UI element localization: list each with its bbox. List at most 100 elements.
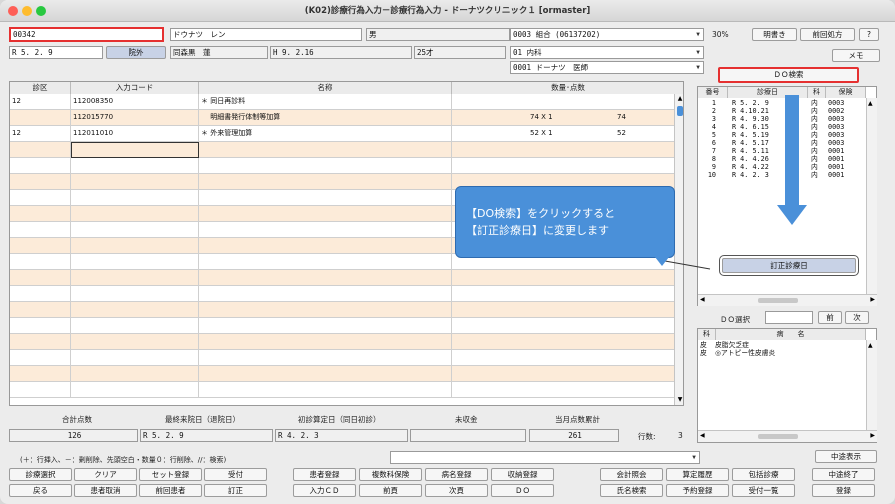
patient-id-input[interactable]: 00342 — [9, 27, 164, 42]
table-row[interactable] — [10, 366, 683, 382]
cell-name[interactable] — [199, 206, 452, 222]
cell-name[interactable] — [199, 190, 452, 206]
cell-code[interactable]: 112015770 — [71, 110, 199, 126]
cell-code[interactable] — [71, 158, 199, 174]
cell-ku[interactable] — [10, 222, 71, 238]
cell-code[interactable] — [71, 382, 199, 398]
receipt-button[interactable]: 明書き — [752, 28, 797, 41]
cell-ku[interactable] — [10, 238, 71, 254]
fkey-2-button[interactable]: クリア — [74, 468, 137, 481]
teisei-date-button[interactable]: 訂正診療日 — [719, 255, 859, 276]
fkey-22-button[interactable]: 予約登録 — [666, 484, 729, 497]
cell-ku[interactable] — [10, 190, 71, 206]
cell-ku[interactable]: 12 — [10, 94, 71, 110]
cell-qty[interactable] — [452, 350, 683, 366]
fkey-10-button[interactable]: 算定履歴 — [666, 468, 729, 481]
cell-ku[interactable] — [10, 382, 71, 398]
disease-vscroll[interactable]: ▲ — [866, 340, 877, 430]
fkey-20-button[interactable]: ＤＯ — [491, 484, 554, 497]
cell-code[interactable] — [71, 254, 199, 270]
fkey-18-button[interactable]: 前頁 — [359, 484, 422, 497]
cell-ku[interactable] — [10, 174, 71, 190]
cell-code[interactable] — [71, 222, 199, 238]
cell-qty[interactable] — [452, 382, 683, 398]
midway-display-button[interactable]: 中途表示 — [815, 450, 877, 463]
table-row[interactable] — [10, 318, 683, 334]
chevron-right-icon[interactable]: ▶ — [870, 296, 875, 303]
cell-name[interactable] — [199, 158, 452, 174]
disease-item[interactable]: 皮 ◎アトピー性皮膚炎 — [700, 349, 865, 357]
fkey-4-button[interactable]: 受付 — [204, 468, 267, 481]
cell-ku[interactable] — [10, 318, 71, 334]
cell-name[interactable] — [199, 270, 452, 286]
fkey-17-button[interactable]: 入力ＣＤ — [293, 484, 356, 497]
fkey-7-button[interactable]: 病名登録 — [425, 468, 488, 481]
cell-name[interactable] — [199, 302, 452, 318]
fkey-8-button[interactable]: 収納登録 — [491, 468, 554, 481]
fkey-23-button[interactable]: 受付一覧 — [732, 484, 795, 497]
do-hscroll[interactable]: ◀ ▶ — [698, 294, 877, 306]
visit-date-field[interactable]: R 5. 2. 9 — [9, 46, 103, 59]
fkey-1-button[interactable]: 診療選択 — [9, 468, 72, 481]
fkey-5-button[interactable]: 患者登録 — [293, 468, 356, 481]
fkey-24-button[interactable]: 登録 — [812, 484, 875, 497]
do-select-input[interactable] — [765, 311, 813, 324]
cell-name[interactable] — [199, 238, 452, 254]
fkey-16-button[interactable]: 訂正 — [204, 484, 267, 497]
cell-qty[interactable] — [452, 318, 683, 334]
cell-code[interactable] — [71, 286, 199, 302]
do-search-button[interactable]: ＤＯ検索 — [718, 67, 859, 83]
do-vscroll[interactable]: ▲ — [866, 98, 877, 294]
cell-code[interactable] — [71, 334, 199, 350]
cell-ku[interactable] — [10, 286, 71, 302]
cell-code[interactable] — [71, 318, 199, 334]
cell-qty[interactable] — [452, 302, 683, 318]
cell-name[interactable] — [199, 286, 452, 302]
search-select[interactable]: ▼ — [390, 451, 700, 464]
cell-ku[interactable] — [10, 350, 71, 366]
cell-code[interactable] — [71, 238, 199, 254]
scroll-thumb[interactable] — [758, 434, 798, 439]
table-row[interactable] — [10, 350, 683, 366]
cell-qty[interactable] — [452, 334, 683, 350]
cell-code[interactable] — [71, 190, 199, 206]
insurance-select[interactable]: 0003 組合 (06137202) ▼ — [510, 28, 704, 41]
visit-type-button[interactable]: 院外 — [106, 46, 166, 59]
cell-name[interactable] — [199, 222, 452, 238]
fkey-21-button[interactable]: 氏名検索 — [600, 484, 663, 497]
chevron-left-icon[interactable]: ◀ — [700, 296, 705, 303]
memo-button[interactable]: メモ — [832, 49, 880, 62]
cell-name[interactable] — [199, 350, 452, 366]
fkey-6-button[interactable]: 複数科保険 — [359, 468, 422, 481]
cell-ku[interactable] — [10, 302, 71, 318]
chevron-down-icon[interactable]: ▼ — [676, 395, 683, 405]
cell-qty[interactable] — [452, 366, 683, 382]
fkey-19-button[interactable]: 次頁 — [425, 484, 488, 497]
cell-ku[interactable] — [10, 334, 71, 350]
cell-ku[interactable] — [10, 142, 71, 158]
cell-name[interactable] — [199, 334, 452, 350]
fkey-9-button[interactable]: 会計照会 — [600, 468, 663, 481]
cell-name[interactable] — [199, 174, 452, 190]
cell-name[interactable] — [199, 254, 452, 270]
scroll-thumb[interactable] — [758, 298, 798, 303]
cell-code[interactable] — [71, 142, 199, 158]
next-do-button[interactable]: 次 — [845, 311, 869, 324]
cell-code[interactable]: 112008350 — [71, 94, 199, 110]
prev-prescription-button[interactable]: 前回処方 — [800, 28, 855, 41]
cell-code[interactable] — [71, 206, 199, 222]
doctor-select[interactable]: 0001 ドーナツ 医師 ▼ — [510, 61, 704, 74]
cell-name[interactable] — [199, 366, 452, 382]
cell-code[interactable] — [71, 366, 199, 382]
disease-item[interactable]: 皮皮脂欠乏症 — [700, 341, 865, 349]
cell-code[interactable] — [71, 302, 199, 318]
cell-name[interactable]: 明細書発行体制等加算 — [199, 110, 452, 126]
cell-ku[interactable] — [10, 366, 71, 382]
cell-ku[interactable] — [10, 110, 71, 126]
chevron-left-icon[interactable]: ◀ — [700, 432, 705, 439]
chevron-up-icon[interactable]: ▲ — [868, 342, 873, 349]
fkey-12-button[interactable]: 中途終了 — [812, 468, 875, 481]
cell-name[interactable]: ＊ 同日再診料 — [199, 94, 452, 110]
table-row[interactable] — [10, 382, 683, 398]
fkey-11-button[interactable]: 包括診療 — [732, 468, 795, 481]
